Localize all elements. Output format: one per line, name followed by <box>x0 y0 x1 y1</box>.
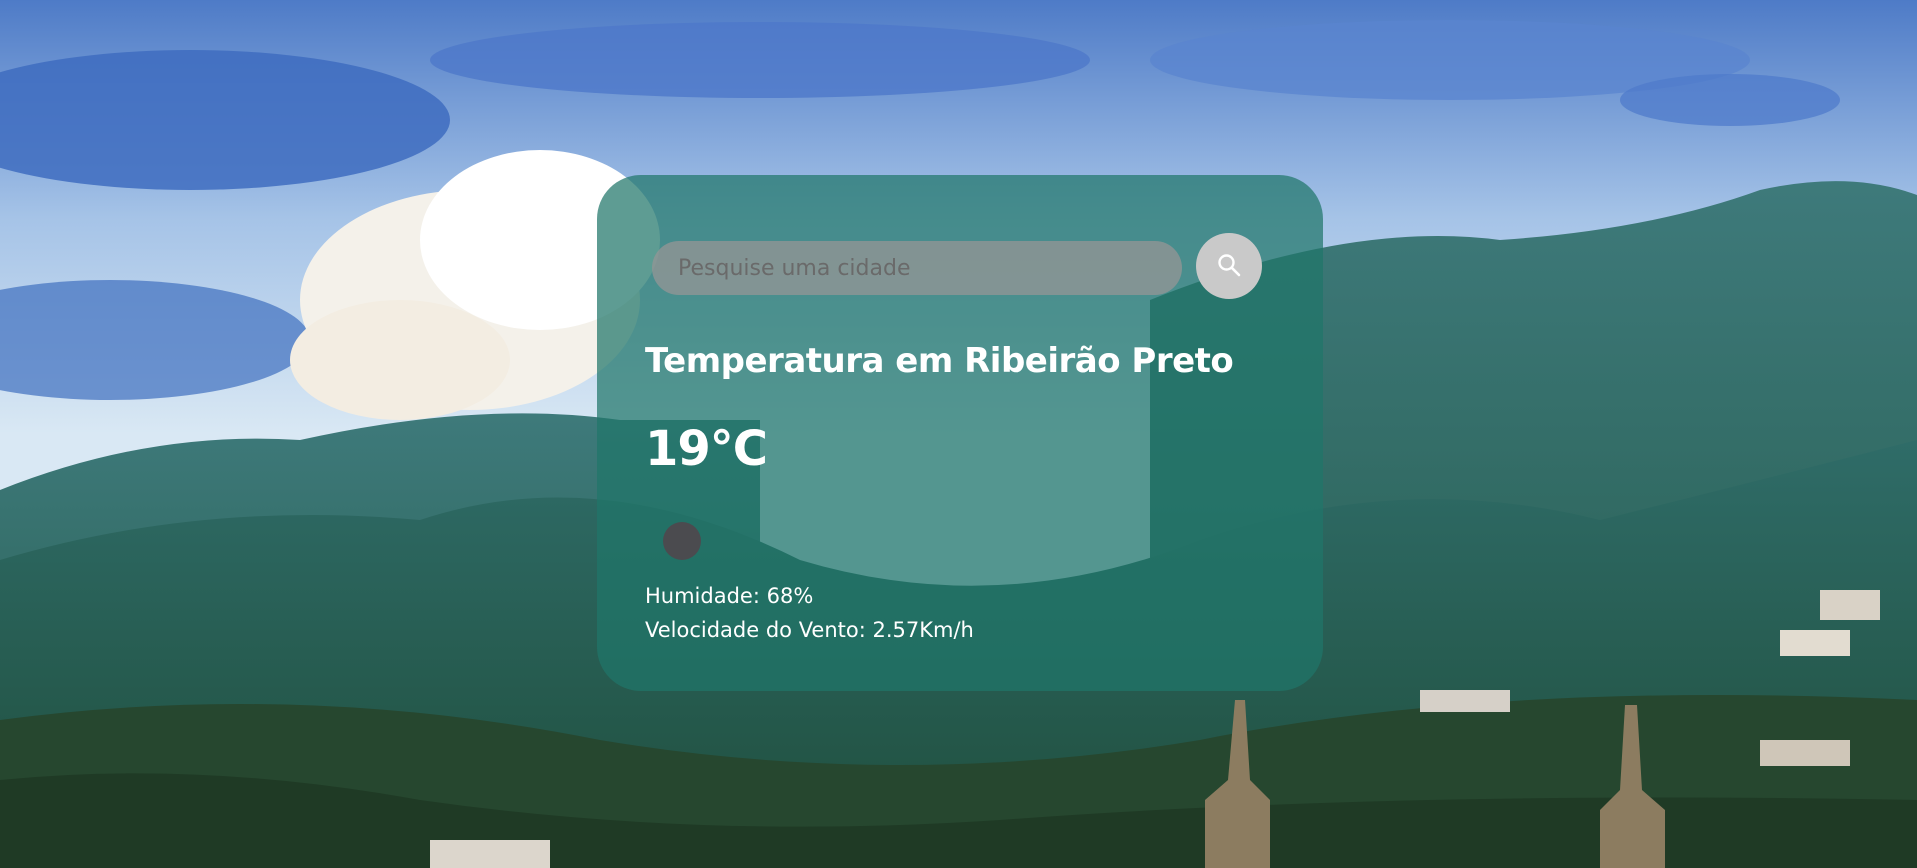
weather-details: Humidade: 68% Velocidade do Vento: 2.57K… <box>645 579 974 647</box>
search-icon <box>1216 252 1242 281</box>
wind-speed-text: Velocidade do Vento: 2.57Km/h <box>645 618 974 642</box>
temperature-value: 19°C <box>645 421 768 477</box>
weather-card: Temperatura em Ribeirão Preto 19°C Humid… <box>597 175 1323 691</box>
search-button[interactable] <box>1196 233 1262 299</box>
weather-condition-icon <box>663 522 701 560</box>
city-title: Temperatura em Ribeirão Preto <box>645 341 1234 381</box>
search-input[interactable] <box>652 241 1182 295</box>
humidity-text: Humidade: 68% <box>645 584 814 608</box>
search-bar <box>652 233 1272 301</box>
